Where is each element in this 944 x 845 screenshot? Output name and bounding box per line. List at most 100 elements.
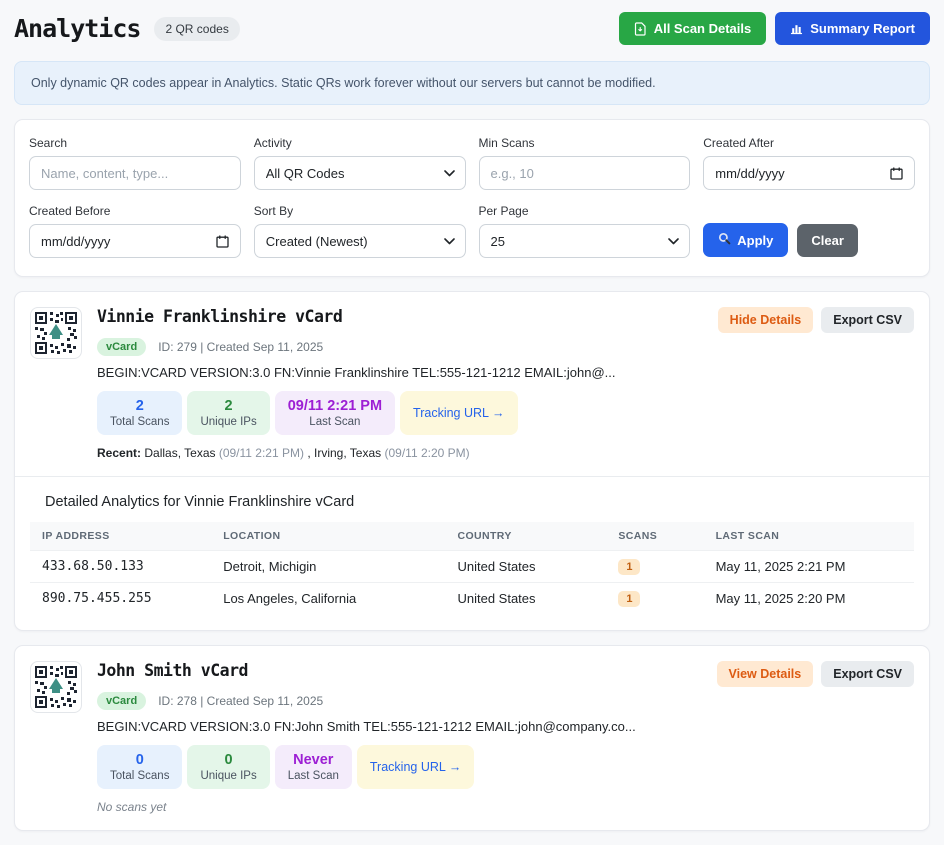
created-before-field: Created Before mm/dd/yyyy [29, 204, 241, 258]
qr-meta: ID: 279 | Created Sep 11, 2025 [158, 340, 323, 354]
scan-count-badge: 1 [618, 591, 640, 607]
cell-ip: 433.68.50.133 [30, 551, 211, 583]
cell-last-scan: May 11, 2025 2:20 PM [704, 583, 914, 615]
activity-field: Activity All QR Codes [254, 136, 466, 190]
summary-report-label: Summary Report [810, 21, 915, 36]
summary-report-button[interactable]: Summary Report [775, 12, 930, 45]
tracking-url-chip: Tracking URL → [400, 391, 517, 435]
export-csv-button[interactable]: Export CSV [821, 661, 914, 687]
col-location: LOCATION [211, 522, 445, 551]
col-last-scan: LAST SCAN [704, 522, 914, 551]
cell-scans: 1 [606, 551, 703, 583]
qr-card-vinnie: Vinnie Franklinshire vCard Hide Details … [14, 291, 930, 631]
filter-buttons: Apply Clear [703, 204, 915, 258]
unique-ips-chip: 0 Unique IPs [187, 745, 269, 789]
scan-details-table: IP ADDRESS LOCATION COUNTRY SCANS LAST S… [30, 522, 914, 614]
last-scan-label: Last Scan [288, 416, 382, 428]
table-header-row: IP ADDRESS LOCATION COUNTRY SCANS LAST S… [30, 522, 914, 551]
total-scans-label: Total Scans [110, 416, 169, 428]
activity-select[interactable]: All QR Codes [266, 166, 454, 181]
magnifier-icon [718, 232, 731, 248]
cell-scans: 1 [606, 583, 703, 615]
min-scans-label: Min Scans [479, 136, 691, 150]
last-scan-value: 09/11 2:21 PM [288, 398, 382, 414]
scan-count-badge: 1 [618, 559, 640, 575]
calendar-icon[interactable] [890, 167, 903, 180]
cell-last-scan: May 11, 2025 2:21 PM [704, 551, 914, 583]
per-page-field: Per Page 25 [479, 204, 691, 258]
calendar-icon[interactable] [216, 235, 229, 248]
topbar-actions: All Scan Details Summary Report [619, 12, 930, 45]
created-before-value: mm/dd/yyyy [41, 234, 110, 249]
last-scan-label: Last Scan [288, 770, 339, 782]
hide-details-button[interactable]: Hide Details [718, 307, 814, 333]
recent-time-1: (09/11 2:21 PM) [219, 446, 304, 460]
vcard-type-badge: vCard [97, 692, 146, 710]
created-after-field: Created After mm/dd/yyyy [703, 136, 915, 190]
min-scans-input[interactable] [491, 166, 679, 181]
recent-scans-line: Recent: Dallas, Texas (09/11 2:21 PM) , … [97, 446, 914, 460]
topbar: Analytics 2 QR codes All Scan Details Su… [14, 12, 930, 45]
detailed-analytics-heading: Detailed Analytics for Vinnie Franklinsh… [45, 494, 914, 510]
qr-title: John Smith vCard [97, 661, 248, 680]
filters-panel: Search Activity All QR Codes Min Scans [14, 119, 930, 277]
total-scans-chip: 0 Total Scans [97, 745, 182, 789]
sort-by-select[interactable]: Created (Newest) [266, 234, 454, 249]
view-details-button[interactable]: View Details [717, 661, 814, 687]
qr-content-preview: BEGIN:VCARD VERSION:3.0 FN:John Smith TE… [97, 719, 914, 734]
all-scan-details-label: All Scan Details [654, 21, 752, 36]
created-before-input[interactable]: mm/dd/yyyy [29, 224, 241, 258]
recent-label: Recent: [97, 446, 141, 460]
sort-by-field: Sort By Created (Newest) [254, 204, 466, 258]
unique-ips-value: 2 [200, 398, 256, 414]
col-country: COUNTRY [445, 522, 606, 551]
search-field: Search [29, 136, 241, 190]
last-scan-chip: Never Last Scan [275, 745, 352, 789]
per-page-label: Per Page [479, 204, 691, 218]
vcard-type-badge: vCard [97, 338, 146, 356]
analytics-page: Analytics 2 QR codes All Scan Details Su… [14, 0, 930, 831]
cell-country: United States [445, 583, 606, 615]
unique-ips-label: Unique IPs [200, 416, 256, 428]
card-divider [15, 476, 929, 477]
per-page-select[interactable]: 25 [491, 234, 679, 249]
table-row: 433.68.50.133 Detroit, Michigin United S… [30, 551, 914, 583]
unique-ips-chip: 2 Unique IPs [187, 391, 269, 435]
created-after-input[interactable]: mm/dd/yyyy [703, 156, 915, 190]
info-banner: Only dynamic QR codes appear in Analytic… [14, 61, 930, 105]
total-scans-label: Total Scans [110, 770, 169, 782]
apply-label: Apply [737, 233, 773, 248]
unique-ips-value: 0 [200, 752, 256, 768]
qr-card-john: John Smith vCard View Details Export CSV… [14, 645, 930, 831]
search-input[interactable] [41, 166, 229, 181]
page-title: Analytics [14, 14, 140, 43]
activity-label: Activity [254, 136, 466, 150]
tracking-url-link[interactable]: Tracking URL → [413, 406, 504, 420]
all-scan-details-button[interactable]: All Scan Details [619, 12, 767, 45]
cell-country: United States [445, 551, 606, 583]
total-scans-chip: 2 Total Scans [97, 391, 182, 435]
last-scan-chip: 09/11 2:21 PM Last Scan [275, 391, 395, 435]
no-scans-text: No scans yet [97, 800, 914, 814]
stat-row: 0 Total Scans 0 Unique IPs Never Last Sc… [97, 745, 914, 789]
table-row: 890.75.455.255 Los Angeles, California U… [30, 583, 914, 615]
qr-content-preview: BEGIN:VCARD VERSION:3.0 FN:Vinnie Frankl… [97, 365, 914, 380]
col-scans: SCANS [606, 522, 703, 551]
clear-button[interactable]: Clear [797, 224, 858, 257]
qr-code-thumbnail [30, 661, 82, 713]
tracking-url-link[interactable]: Tracking URL → [370, 760, 461, 774]
created-after-value: mm/dd/yyyy [715, 166, 784, 181]
col-ip-address: IP ADDRESS [30, 522, 211, 551]
qr-meta: ID: 278 | Created Sep 11, 2025 [158, 694, 323, 708]
bar-chart-icon [790, 22, 803, 35]
qr-code-thumbnail [30, 307, 82, 359]
min-scans-field: Min Scans [479, 136, 691, 190]
stat-row: 2 Total Scans 2 Unique IPs 09/11 2:21 PM… [97, 391, 914, 435]
export-csv-button[interactable]: Export CSV [821, 307, 914, 333]
total-scans-value: 2 [110, 398, 169, 414]
recent-time-2: (09/11 2:20 PM) [384, 446, 469, 460]
search-label: Search [29, 136, 241, 150]
tracking-url-chip: Tracking URL → [357, 745, 474, 789]
file-export-icon [634, 22, 647, 36]
apply-button[interactable]: Apply [703, 223, 788, 257]
